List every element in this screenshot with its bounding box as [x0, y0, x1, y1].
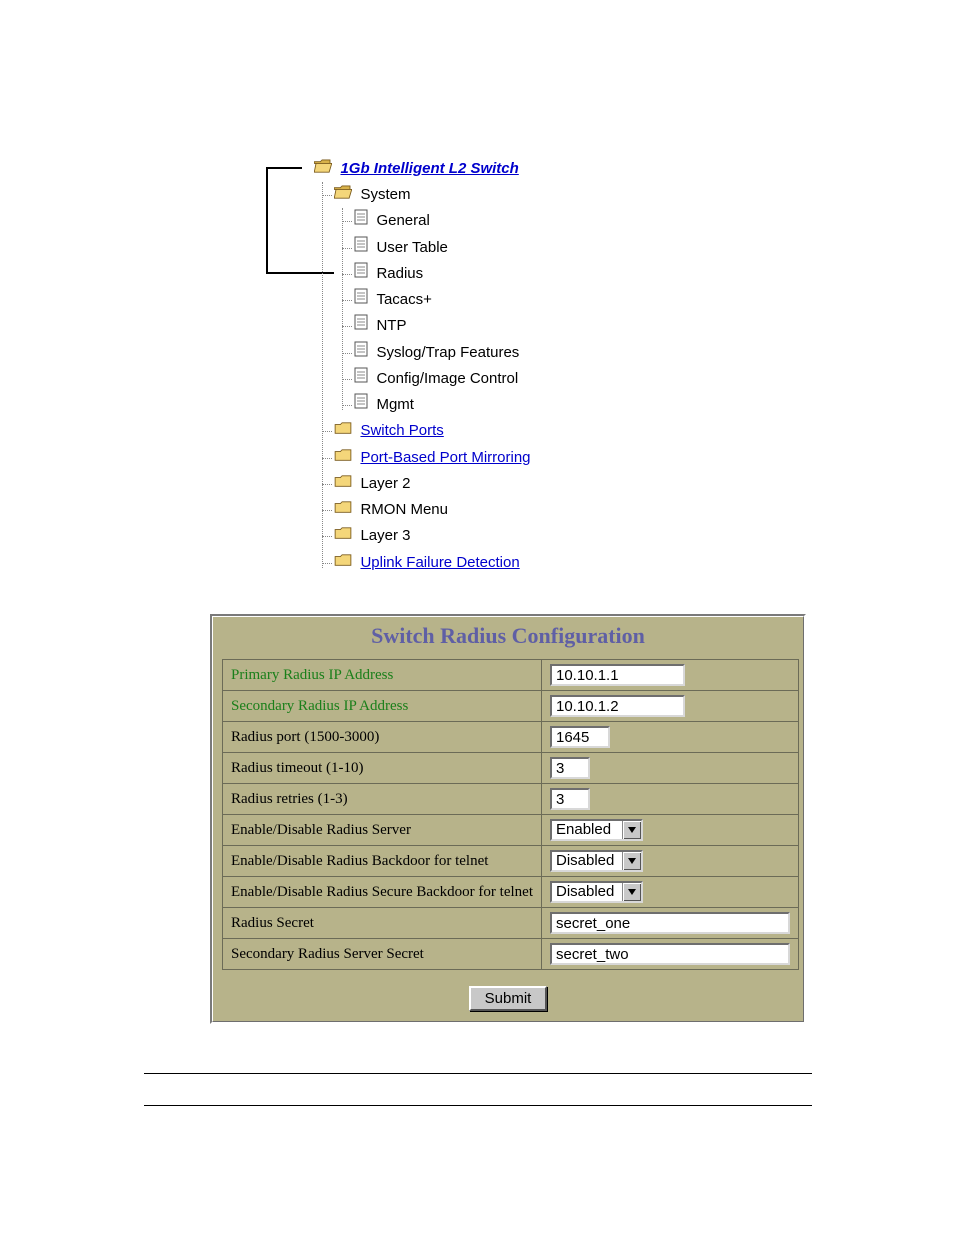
field-label: Enable/Disable Radius Secure Backdoor fo…	[223, 877, 542, 908]
document-icon	[354, 287, 368, 313]
folder-open-icon	[314, 156, 332, 182]
tree-leaf-config-image[interactable]: Config/Image Control	[334, 366, 714, 392]
callout-line-vert	[266, 167, 268, 272]
select-value: Disabled	[552, 883, 622, 901]
document-icon	[354, 235, 368, 261]
field-label: Radius port (1500-3000)	[223, 722, 542, 753]
document-icon	[354, 340, 368, 366]
document-icon	[354, 208, 368, 234]
tree-node-layer2[interactable]: Layer 2	[314, 471, 714, 497]
tree-leaf-label: Tacacs+	[376, 291, 431, 308]
submit-button[interactable]: Submit	[469, 986, 548, 1011]
divider	[144, 1105, 812, 1106]
select-value: Enabled	[552, 821, 622, 839]
tree-node-uplink[interactable]: Uplink Failure Detection	[314, 550, 714, 576]
tree-leaf-label: Syslog/Trap Features	[376, 344, 519, 361]
radius-port-input[interactable]: 1645	[550, 726, 610, 748]
tree-leaf-syslog[interactable]: Syslog/Trap Features	[334, 340, 714, 366]
tree-leaf-tacacs[interactable]: Tacacs+	[334, 287, 714, 313]
folder-icon	[334, 550, 352, 576]
tree-root[interactable]: 1Gb Intelligent L2 Switch System General	[294, 156, 714, 576]
tree-node-label: RMON Menu	[360, 501, 448, 518]
tree-node-switch-ports[interactable]: Switch Ports	[314, 418, 714, 444]
tree-node-port-mirroring[interactable]: Port-Based Port Mirroring	[314, 445, 714, 471]
folder-icon	[334, 523, 352, 549]
document-icon	[354, 366, 368, 392]
field-label: Radius timeout (1-10)	[223, 753, 542, 784]
tree-leaf-radius[interactable]: Radius	[334, 261, 714, 287]
primary-radius-ip-input[interactable]: 10.10.1.1	[550, 664, 685, 686]
panel-title: Switch Radius Configuration	[216, 621, 800, 659]
secondary-radius-ip-input[interactable]: 10.10.1.2	[550, 695, 685, 717]
tree-leaf-label: Mgmt	[376, 396, 414, 413]
tree-leaf-label: General	[376, 212, 429, 229]
folder-icon	[334, 418, 352, 444]
radius-retries-input[interactable]: 3	[550, 788, 590, 810]
tree-root-label[interactable]: 1Gb Intelligent L2 Switch	[340, 160, 518, 177]
field-label: Enable/Disable Radius Backdoor for telne…	[223, 846, 542, 877]
tree-leaf-label: Config/Image Control	[376, 370, 518, 387]
tree-node-link[interactable]: Switch Ports	[360, 422, 443, 439]
tree-leaf-ntp[interactable]: NTP	[334, 313, 714, 339]
config-table: Primary Radius IP Address 10.10.1.1 Seco…	[222, 659, 799, 970]
radius-server-enable-select[interactable]: Enabled	[550, 819, 643, 841]
radius-config-panel: Switch Radius Configuration Primary Radi…	[210, 614, 806, 1024]
folder-icon	[334, 497, 352, 523]
tree-leaf-label: Radius	[376, 265, 423, 282]
secondary-radius-secret-input[interactable]: secret_two	[550, 943, 790, 965]
field-label: Secondary Radius Server Secret	[223, 939, 542, 970]
radius-backdoor-select[interactable]: Disabled	[550, 850, 643, 872]
chevron-down-icon	[622, 852, 641, 870]
tree-leaf-label: NTP	[376, 317, 406, 334]
folder-open-icon	[334, 182, 352, 208]
field-label: Enable/Disable Radius Server	[223, 815, 542, 846]
field-label: Radius retries (1-3)	[223, 784, 542, 815]
tree-node-label: System	[360, 186, 410, 203]
tree-leaf-label: User Table	[376, 239, 447, 256]
document-icon	[354, 392, 368, 418]
select-value: Disabled	[552, 852, 622, 870]
tree-node-layer3[interactable]: Layer 3	[314, 523, 714, 549]
tree-node-rmon[interactable]: RMON Menu	[314, 497, 714, 523]
tree-leaf-general[interactable]: General	[334, 208, 714, 234]
radius-secret-input[interactable]: secret_one	[550, 912, 790, 934]
tree-node-system[interactable]: System General User Table	[314, 182, 714, 418]
folder-icon	[334, 445, 352, 471]
divider	[144, 1073, 812, 1074]
document-icon	[354, 313, 368, 339]
field-label: Secondary Radius IP Address	[223, 691, 542, 722]
tree-node-label: Layer 3	[360, 527, 410, 544]
field-label: Primary Radius IP Address	[223, 660, 542, 691]
radius-timeout-input[interactable]: 3	[550, 757, 590, 779]
folder-icon	[334, 471, 352, 497]
tree-leaf-user-table[interactable]: User Table	[334, 235, 714, 261]
nav-tree: 1Gb Intelligent L2 Switch System General	[294, 156, 714, 576]
tree-node-link[interactable]: Uplink Failure Detection	[360, 554, 519, 571]
tree-leaf-mgmt[interactable]: Mgmt	[334, 392, 714, 418]
radius-secure-backdoor-select[interactable]: Disabled	[550, 881, 643, 903]
chevron-down-icon	[622, 883, 641, 901]
tree-node-link[interactable]: Port-Based Port Mirroring	[360, 449, 530, 466]
chevron-down-icon	[622, 821, 641, 839]
document-icon	[354, 261, 368, 287]
field-label: Radius Secret	[223, 908, 542, 939]
tree-node-label: Layer 2	[360, 475, 410, 492]
